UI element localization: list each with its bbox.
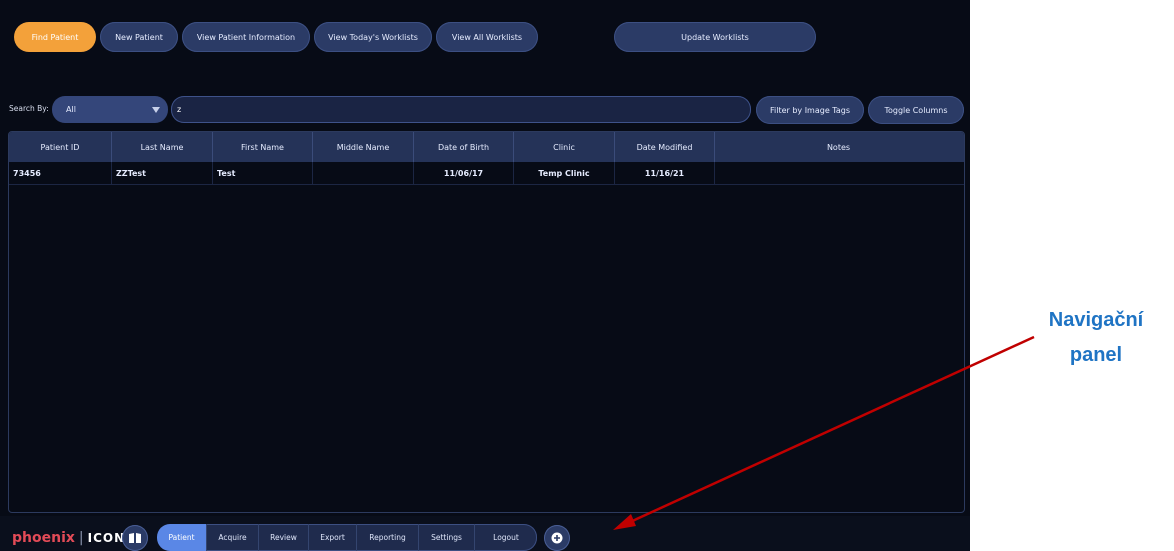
filter-by-image-tags-button[interactable]: Filter by Image Tags <box>756 96 864 124</box>
view-all-worklists-button[interactable]: View All Worklists <box>436 22 538 52</box>
patient-table: Patient ID Last Name First Name Middle N… <box>8 131 965 513</box>
view-patient-information-button[interactable]: View Patient Information <box>182 22 310 52</box>
annotation-line-2: panel <box>1069 344 1123 366</box>
chevron-down-icon <box>152 106 160 113</box>
search-field-select[interactable]: All <box>52 96 168 123</box>
cell-date-of-birth: 11/06/17 <box>414 162 514 184</box>
column-patient-id[interactable]: Patient ID <box>9 132 112 162</box>
column-notes[interactable]: Notes <box>715 132 962 162</box>
plus-icon <box>551 532 563 544</box>
nav-settings[interactable]: Settings <box>419 524 475 551</box>
table-row[interactable]: 73456 ZZTest Test 11/06/17 Temp Clinic 1… <box>9 162 964 185</box>
add-button[interactable] <box>544 525 570 551</box>
table-header: Patient ID Last Name First Name Middle N… <box>9 132 964 162</box>
logo-phoenix-text: phoenix <box>12 530 75 546</box>
view-todays-worklists-button[interactable]: View Today's Worklists <box>314 22 432 52</box>
column-date-of-birth[interactable]: Date of Birth <box>414 132 514 162</box>
phoenix-icon-logo: phoenix | ICON <box>12 530 125 546</box>
cell-notes <box>715 162 962 184</box>
cell-date-modified: 11/16/21 <box>615 162 715 184</box>
column-date-modified[interactable]: Date Modified <box>615 132 715 162</box>
nav-patient[interactable]: Patient <box>157 524 207 551</box>
cell-middle-name <box>313 162 414 184</box>
nav-logout[interactable]: Logout <box>475 524 537 551</box>
navigation-panel: Patient Acquire Review Export Reporting … <box>157 524 537 551</box>
annotation-label: Navigační panel <box>1026 303 1166 373</box>
annotation-line-1: Navigační <box>1048 309 1144 331</box>
search-by-label: Search By: <box>9 104 49 113</box>
toggle-columns-button[interactable]: Toggle Columns <box>868 96 964 124</box>
nav-export[interactable]: Export <box>309 524 357 551</box>
book-icon <box>129 533 141 543</box>
nav-reporting[interactable]: Reporting <box>357 524 419 551</box>
column-middle-name[interactable]: Middle Name <box>313 132 414 162</box>
nav-review[interactable]: Review <box>259 524 309 551</box>
search-field-value: All <box>66 105 76 114</box>
update-worklists-button[interactable]: Update Worklists <box>614 22 816 52</box>
app-window: Find Patient New Patient View Patient In… <box>0 0 970 551</box>
nav-acquire[interactable]: Acquire <box>207 524 259 551</box>
find-patient-button[interactable]: Find Patient <box>14 22 96 52</box>
column-last-name[interactable]: Last Name <box>112 132 213 162</box>
column-first-name[interactable]: First Name <box>213 132 313 162</box>
logo-separator: | <box>78 530 84 546</box>
cell-clinic: Temp Clinic <box>514 162 615 184</box>
column-clinic[interactable]: Clinic <box>514 132 615 162</box>
new-patient-button[interactable]: New Patient <box>100 22 178 52</box>
cell-first-name: Test <box>213 162 313 184</box>
logo-icon-text: ICON <box>87 531 126 545</box>
search-input[interactable] <box>171 96 751 123</box>
book-button[interactable] <box>122 525 148 551</box>
cell-patient-id: 73456 <box>9 162 112 184</box>
cell-last-name: ZZTest <box>112 162 213 184</box>
